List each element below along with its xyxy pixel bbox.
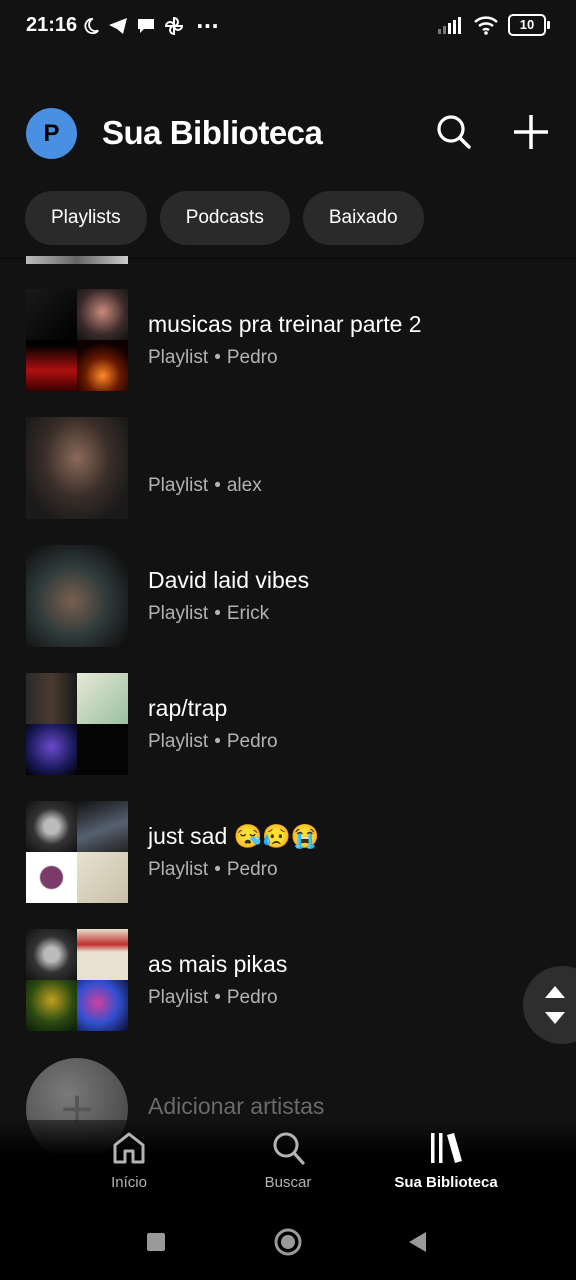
nav-library[interactable]: Sua Biblioteca (376, 1130, 516, 1191)
chip-playlists[interactable]: Playlists (25, 191, 147, 245)
page-title: Sua Biblioteca (102, 114, 323, 151)
chip-podcasts[interactable]: Podcasts (159, 191, 290, 245)
nav-home-label: Início (111, 1174, 147, 1191)
playlist-type: Playlist (148, 987, 209, 1008)
battery-level: 10 (519, 17, 535, 32)
system-nav-bar (0, 1200, 576, 1280)
playlist-cover (26, 289, 128, 391)
search-icon[interactable] (433, 112, 473, 152)
playlist-type: Playlist (148, 859, 209, 880)
playlist-meta: Playlist • Pedro (148, 859, 278, 880)
status-bar: 21:16 ··· 10 (0, 0, 576, 56)
playlist-owner: alex (226, 475, 262, 496)
playlist-title: as mais pikas (148, 951, 288, 977)
list-item[interactable]: rap/trap Playlist • Pedro (0, 673, 576, 775)
filter-chips: Playlists Podcasts Baixado (25, 191, 424, 245)
playlist-meta: Playlist • alex (148, 475, 262, 496)
playlist-owner: Pedro (226, 347, 278, 368)
playlist-owner: Pedro (226, 987, 278, 1008)
playlist-meta: Playlist • Pedro (148, 987, 278, 1008)
list-item[interactable]: musicas pra treinar parte 2 Playlist • Ped… (0, 289, 576, 391)
nav-library-label: Sua Biblioteca (394, 1174, 498, 1191)
avatar[interactable]: P (26, 108, 77, 159)
chip-baixado[interactable]: Baixado (302, 191, 424, 245)
playlist-owner: Pedro (226, 859, 278, 880)
playlist-title: just sad 😪😥😭 (148, 823, 320, 849)
playlist-owner: Erick (226, 603, 270, 624)
playlist-type: Playlist (148, 731, 209, 752)
list-item[interactable]: David laid vibes Playlist • Erick (0, 545, 576, 647)
status-system-icons: 10 (438, 14, 550, 36)
playlist-meta: Playlist • Pedro (148, 731, 278, 752)
playlist-type: Playlist (148, 603, 209, 624)
list-item[interactable]: just sad 😪😥😭 Playlist • Pedro (0, 801, 576, 903)
playlist-cover (26, 801, 128, 903)
back-icon[interactable] (406, 1230, 428, 1254)
library-header: P Sua Biblioteca (0, 104, 576, 164)
nav-search-label: Buscar (264, 1174, 312, 1191)
chat-icon (138, 19, 154, 33)
playlist-cover (26, 673, 128, 775)
playlist-type: Playlist (148, 475, 209, 496)
more-notifications-icon: ··· (196, 14, 219, 38)
fast-scroll-handle[interactable] (523, 966, 576, 1044)
playlist-type: Playlist (148, 347, 209, 368)
plus-icon[interactable] (511, 112, 551, 152)
up-down-arrows-icon (545, 986, 565, 1024)
playlist-owner: Pedro (226, 731, 278, 752)
playlist-meta: Playlist • Erick (148, 603, 270, 624)
library-icon (431, 1133, 462, 1163)
signal-icon (438, 17, 461, 34)
add-artists-label[interactable]: Adicionar artistas (148, 1093, 324, 1120)
status-notification-icons: ··· (82, 14, 219, 38)
home-button-icon[interactable] (273, 1227, 303, 1257)
home-icon (113, 1132, 145, 1164)
pinwheel-icon (164, 16, 184, 36)
nav-home[interactable]: Início (59, 1130, 199, 1191)
list-item[interactable]: Playlist • alex (0, 417, 576, 519)
partial-playlist-cover (26, 256, 128, 264)
recents-icon[interactable] (146, 1232, 166, 1252)
nav-search[interactable]: Buscar (218, 1130, 358, 1191)
playlist-title: rap/trap (148, 695, 228, 721)
playlist-cover (26, 417, 128, 519)
bottom-nav: Início Buscar Sua Biblioteca (0, 1120, 576, 1200)
list-item[interactable]: as mais pikas Playlist • Pedro (0, 929, 576, 1031)
status-time: 21:16 (26, 14, 78, 36)
playlist-cover (26, 929, 128, 1031)
playlist-meta: Playlist • Pedro (148, 347, 278, 368)
playlist-cover (26, 545, 128, 647)
playlist-title: musicas pra treinar parte 2 (148, 311, 422, 337)
wifi-icon (474, 16, 498, 35)
battery-icon: 10 (508, 14, 550, 36)
playlist-title: David laid vibes (148, 567, 310, 593)
moon-icon (84, 17, 99, 35)
search-icon (273, 1132, 305, 1165)
telegram-icon (109, 18, 127, 34)
